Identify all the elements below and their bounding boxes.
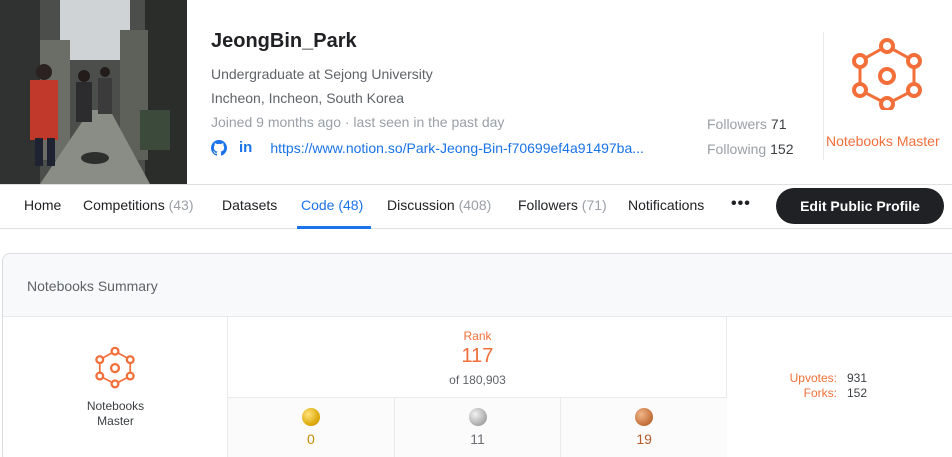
forks-label: Forks: [803,386,837,400]
profile-location: Incheon, Incheon, South Korea [211,90,405,106]
summary-stats: Upvotes: 931 Forks: 152 [727,317,952,457]
more-menu-icon[interactable]: ••• [731,195,751,213]
medal-counts: 0 11 19 [228,397,727,457]
tab-followers[interactable]: Followers (71) [518,197,607,213]
profile-nav: Home Competitions (43) Datasets Code (48… [0,184,952,229]
profile-occupation: Undergraduate at Sejong University [211,66,433,82]
silver-medal: 11 [395,398,562,457]
tab-label: Followers [518,197,578,213]
notebooks-summary-card: Notebooks Summary Notebooks Master Rank … [2,253,952,457]
forks-row: Forks: 152 [727,386,952,401]
summary-header: Notebooks Summary [3,254,952,317]
tier-label-line2: Master [97,414,134,428]
bronze-medal: 19 [561,398,727,457]
tab-label: Code [301,197,335,213]
header-divider [823,32,824,160]
summary-title: Notebooks Summary [27,278,158,294]
followers-count: 71 [770,116,787,132]
website-link[interactable]: https://www.notion.so/Park-Jeong-Bin-f70… [270,140,644,156]
linkedin-icon[interactable]: in [239,139,252,156]
forks-value: 152 [847,386,868,400]
bronze-medal-icon [635,408,654,426]
profile-name: JeongBin_Park [211,30,357,52]
rank-value: 117 [461,345,494,367]
gold-medal-icon [301,408,320,426]
rank-label: Rank [463,329,492,343]
summary-rank: Rank 117 of 180,903 0 11 19 [228,317,727,457]
tab-discussion[interactable]: Discussion (408) [387,197,491,213]
profile-links: in https://www.notion.so/Park-Jeong-Bin-… [211,139,644,156]
tab-count: (43) [168,197,194,213]
summary-tier: Notebooks Master [3,317,228,457]
tab-label: Datasets [222,197,278,213]
upvotes-value: 931 [847,371,868,385]
tab-notifications[interactable]: Notifications [628,197,704,213]
upvotes-label: Upvotes: [789,371,837,385]
followers-stat[interactable]: Followers 71 [707,116,786,132]
gold-medal: 0 [228,398,395,457]
tab-competitions[interactable]: Competitions (43) [83,197,194,213]
profile-photo [0,0,187,184]
tab-label: Notifications [628,197,705,213]
bronze-medal-count: 19 [636,431,652,447]
notebooks-master-icon [93,345,137,394]
tab-home[interactable]: Home [24,197,61,213]
following-count: 152 [770,141,794,157]
rank-total: of 180,903 [449,373,506,387]
silver-medal-icon [468,408,487,426]
edit-public-profile-button[interactable]: Edit Public Profile [776,188,944,224]
silver-medal-count: 11 [470,431,485,447]
github-icon[interactable] [211,139,227,156]
followers-label: Followers [707,116,767,132]
upvotes-row: Upvotes: 931 [727,371,952,386]
tab-datasets[interactable]: Datasets [222,197,277,213]
notebooks-master-icon [848,38,926,115]
following-stat[interactable]: Following 152 [707,141,794,157]
tab-label: Discussion [387,197,455,213]
tab-label: Competitions [83,197,165,213]
tab-count: (48) [338,197,364,213]
tab-count: (71) [581,197,607,213]
active-tab-indicator [297,226,371,229]
profile-activity: Joined 9 months ago · last seen in the p… [211,114,505,130]
tier-label-line1: Notebooks [86,399,145,413]
following-label: Following [707,141,767,157]
gold-medal-count: 0 [306,431,315,447]
tab-code[interactable]: Code (48) [301,197,363,213]
tier-label: Notebooks Master [826,133,940,149]
summary-tier-label: Notebooks Master [3,399,228,429]
tab-count: (408) [458,197,492,213]
tab-label: Home [24,197,62,213]
